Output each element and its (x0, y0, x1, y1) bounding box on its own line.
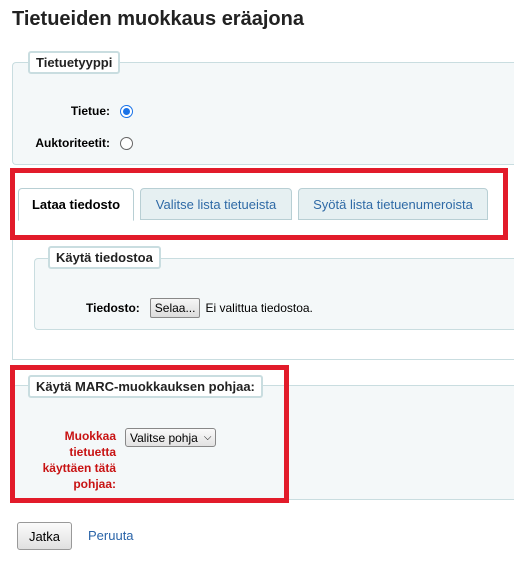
radio-label-authority: Auktoriteetit: (35, 136, 110, 150)
browse-button[interactable]: Selaa... (149, 298, 201, 318)
radio-record[interactable] (120, 104, 133, 118)
continue-button[interactable]: Jatka (17, 522, 72, 550)
radio-row-authority: Auktoriteetit: (10, 136, 133, 150)
file-status: Ei valittua tiedostoa. (205, 301, 313, 315)
record-type-legend: Tietuetyyppi (28, 51, 121, 74)
highlight-box-tabs (10, 168, 508, 240)
page-title: Tietueiden muokkaus eräajona (12, 8, 304, 30)
file-legend: Käytä tiedostoa (48, 246, 161, 269)
radio-row-record: Tietue: (10, 104, 133, 118)
radio-label-record: Tietue: (70, 104, 110, 118)
highlight-box-marc (10, 365, 289, 503)
cancel-link[interactable]: Peruuta (88, 528, 134, 543)
file-label: Tiedosto: (86, 301, 140, 315)
file-row: Tiedosto: Selaa... Ei valittua tiedostoa… (86, 298, 313, 318)
radio-authority[interactable] (120, 136, 133, 150)
